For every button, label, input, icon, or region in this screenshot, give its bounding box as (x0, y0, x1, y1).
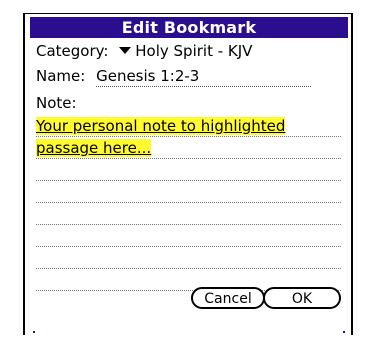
corner-dot (33, 331, 35, 333)
category-value: Holy Spirit - KJV (135, 42, 253, 60)
ok-button[interactable]: OK (263, 287, 341, 309)
name-row: Name: Genesis 1:2-3 (36, 67, 312, 87)
note-line: passage here... (36, 137, 341, 159)
cancel-button[interactable]: Cancel (191, 287, 265, 309)
note-line (36, 203, 341, 225)
note-line (36, 181, 341, 203)
note-line (36, 159, 341, 181)
dialog-title: Edit Bookmark (30, 17, 348, 38)
edit-bookmark-dialog: Edit Bookmark Category: Holy Spirit - KJ… (23, 13, 353, 335)
category-row: Category: Holy Spirit - KJV (36, 42, 252, 60)
category-popup-trigger[interactable]: Holy Spirit - KJV (119, 42, 252, 60)
name-field[interactable]: Genesis 1:2-3 (96, 67, 312, 87)
note-label: Note: (36, 94, 77, 112)
triangle-down-icon (119, 47, 132, 54)
note-text-line: passage here... (36, 139, 152, 157)
note-line (36, 225, 341, 247)
note-text-line: Your personal note to highlighted (36, 117, 286, 135)
note-field[interactable]: Your personal note to highlighted passag… (36, 115, 341, 291)
corner-dot (343, 331, 345, 333)
name-label: Name: (36, 67, 86, 85)
note-line (36, 247, 341, 269)
note-line: Your personal note to highlighted (36, 115, 341, 137)
category-label: Category: (36, 42, 109, 60)
